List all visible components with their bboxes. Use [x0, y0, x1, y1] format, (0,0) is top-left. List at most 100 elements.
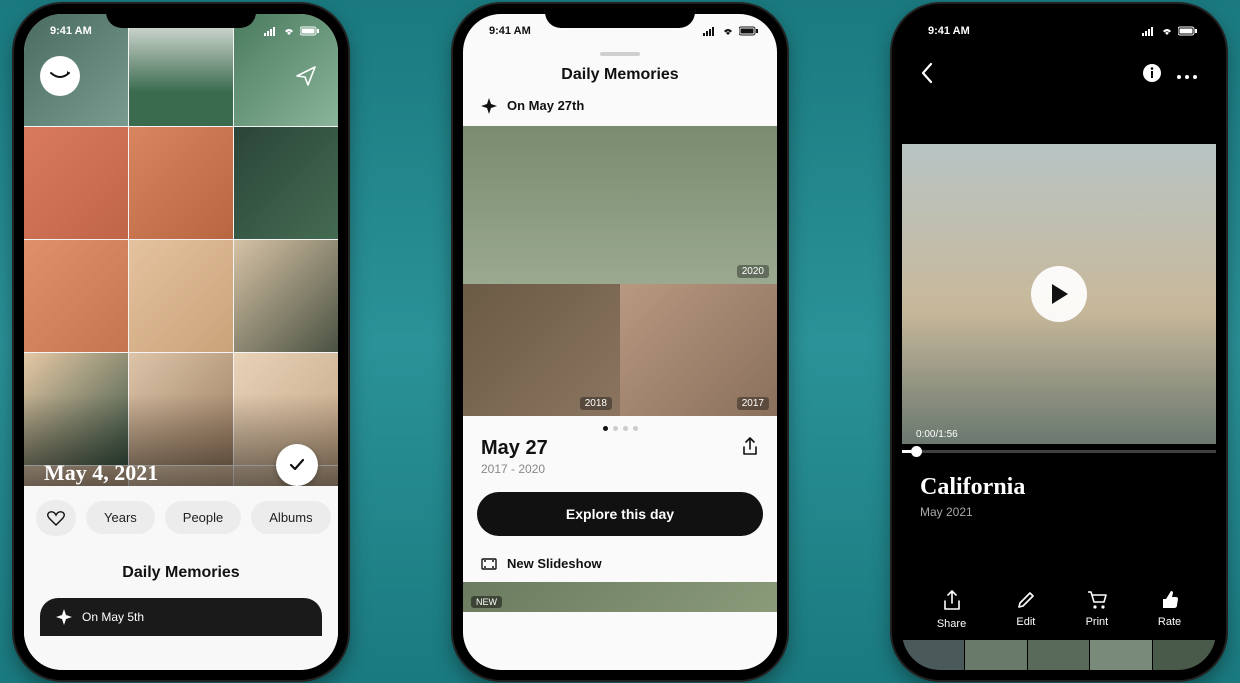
new-badge: NEW	[471, 596, 502, 608]
sheet-handle[interactable]	[600, 52, 640, 56]
status-icons	[1142, 26, 1198, 36]
phone-video-detail: 9:41 AM 0:00/	[892, 4, 1226, 680]
battery-icon	[300, 26, 320, 36]
phone-gallery: 9:41 AM	[14, 4, 348, 680]
memory-date-row: May 27 2017 - 2020	[463, 437, 777, 476]
photo-thumbnail[interactable]	[24, 240, 128, 352]
check-icon	[288, 456, 306, 474]
battery-icon	[739, 26, 759, 36]
play-button[interactable]	[1031, 266, 1087, 322]
pencil-icon	[1016, 590, 1036, 610]
print-action[interactable]: Print	[1086, 590, 1109, 630]
wifi-icon	[1160, 26, 1174, 36]
edit-label: Edit	[1016, 616, 1035, 628]
photo-thumbnail[interactable]	[129, 127, 233, 239]
playback-time: 0:00/1:56	[916, 429, 958, 440]
year-badge: 2017	[737, 397, 769, 410]
info-button[interactable]	[1142, 63, 1162, 88]
battery-icon	[1178, 26, 1198, 36]
thumbs-up-icon	[1160, 590, 1180, 610]
scrubber[interactable]	[902, 450, 1216, 453]
photo-thumbnail[interactable]	[24, 127, 128, 239]
filter-chip-row: Years People Albums	[36, 500, 326, 536]
albums-chip[interactable]: Albums	[251, 501, 330, 534]
memory-thumbnail[interactable]: 2018	[463, 284, 620, 416]
daily-memories-heading: Daily Memories	[36, 564, 326, 582]
years-chip[interactable]: Years	[86, 501, 155, 534]
share-button[interactable]	[294, 64, 318, 93]
status-time: 9:41 AM	[489, 25, 531, 37]
year-badge: 2018	[580, 397, 612, 410]
rate-action[interactable]: Rate	[1158, 590, 1181, 630]
new-slideshow-row[interactable]: New Slideshow	[463, 536, 777, 582]
memory-thumb-row: 2018 2017	[463, 284, 777, 416]
memory-thumbnail[interactable]: 2017	[620, 284, 777, 416]
share-action[interactable]: Share	[937, 590, 966, 630]
back-button[interactable]	[920, 62, 934, 89]
next-memory-card[interactable]: On May 5th	[40, 598, 322, 636]
memory-hero-photo[interactable]: 2020	[463, 126, 777, 284]
share-icon	[942, 590, 962, 612]
photo-thumbnail[interactable]	[234, 127, 338, 239]
screen-gallery: 9:41 AM	[24, 14, 338, 670]
page-dots[interactable]	[463, 416, 777, 437]
photo-thumbnail[interactable]	[234, 240, 338, 352]
wifi-icon	[282, 26, 296, 36]
chevron-left-icon	[920, 62, 934, 84]
video-view[interactable]: 0:00/1:56	[902, 144, 1216, 444]
action-bar: Share Edit Print Rate	[902, 590, 1216, 630]
more-button[interactable]	[1176, 67, 1198, 85]
people-chip[interactable]: People	[165, 501, 241, 534]
video-subtitle: May 2021	[920, 505, 1025, 519]
notch	[106, 4, 256, 28]
paper-plane-icon	[294, 64, 318, 88]
share-memory-button[interactable]	[741, 437, 759, 462]
explore-day-button[interactable]: Explore this day	[477, 492, 763, 536]
bottom-sheet: Years People Albums Daily Memories On Ma…	[24, 486, 338, 670]
thumbnail-strip[interactable]	[902, 640, 1216, 670]
signal-icon	[703, 26, 717, 36]
sparkle-icon	[481, 98, 497, 114]
video-title: California	[920, 474, 1025, 501]
screen-video-detail: 9:41 AM 0:00/	[902, 14, 1216, 670]
amazon-logo-button[interactable]	[40, 56, 80, 96]
year-badge: 2020	[737, 265, 769, 278]
share-label: Share	[937, 618, 966, 630]
photo-thumbnail[interactable]	[129, 240, 233, 352]
rate-label: Rate	[1158, 616, 1181, 628]
edit-action[interactable]: Edit	[1016, 590, 1036, 630]
memory-year-range: 2017 - 2020	[481, 462, 548, 476]
new-slideshow-label: New Slideshow	[507, 556, 602, 571]
heart-icon	[47, 510, 65, 526]
on-date-label: On May 27th	[507, 98, 584, 113]
wifi-icon	[721, 26, 735, 36]
signal-icon	[264, 26, 278, 36]
status-time: 9:41 AM	[50, 25, 92, 37]
detail-top-bar	[902, 54, 1216, 98]
slideshow-preview[interactable]: NEW	[463, 582, 777, 612]
print-label: Print	[1086, 616, 1109, 628]
current-date-header: May 4, 2021	[44, 460, 158, 486]
notch	[984, 4, 1134, 28]
on-date-row: On May 27th	[463, 98, 777, 126]
next-memory-label: On May 5th	[82, 610, 144, 624]
favorites-chip[interactable]	[36, 500, 76, 536]
film-icon	[481, 556, 497, 572]
more-horizontal-icon	[1176, 74, 1198, 80]
signal-icon	[1142, 26, 1156, 36]
screen-daily-memories: 9:41 AM Daily Memories On May 27th 2020 …	[463, 14, 777, 670]
daily-memories-title: Daily Memories	[463, 66, 777, 84]
video-caption: California May 2021	[920, 474, 1025, 519]
select-mode-button[interactable]	[276, 444, 318, 486]
phone-daily-memories: 9:41 AM Daily Memories On May 27th 2020 …	[453, 4, 787, 680]
cart-icon	[1086, 590, 1108, 610]
amazon-smile-icon	[49, 70, 71, 82]
info-icon	[1142, 63, 1162, 83]
status-icons	[703, 26, 759, 36]
status-icons	[264, 26, 320, 36]
grid-overlay: May 4, 2021	[24, 394, 338, 494]
memory-date: May 27	[481, 437, 548, 460]
share-icon	[741, 437, 759, 457]
play-icon	[1048, 282, 1070, 306]
status-time: 9:41 AM	[928, 25, 970, 37]
